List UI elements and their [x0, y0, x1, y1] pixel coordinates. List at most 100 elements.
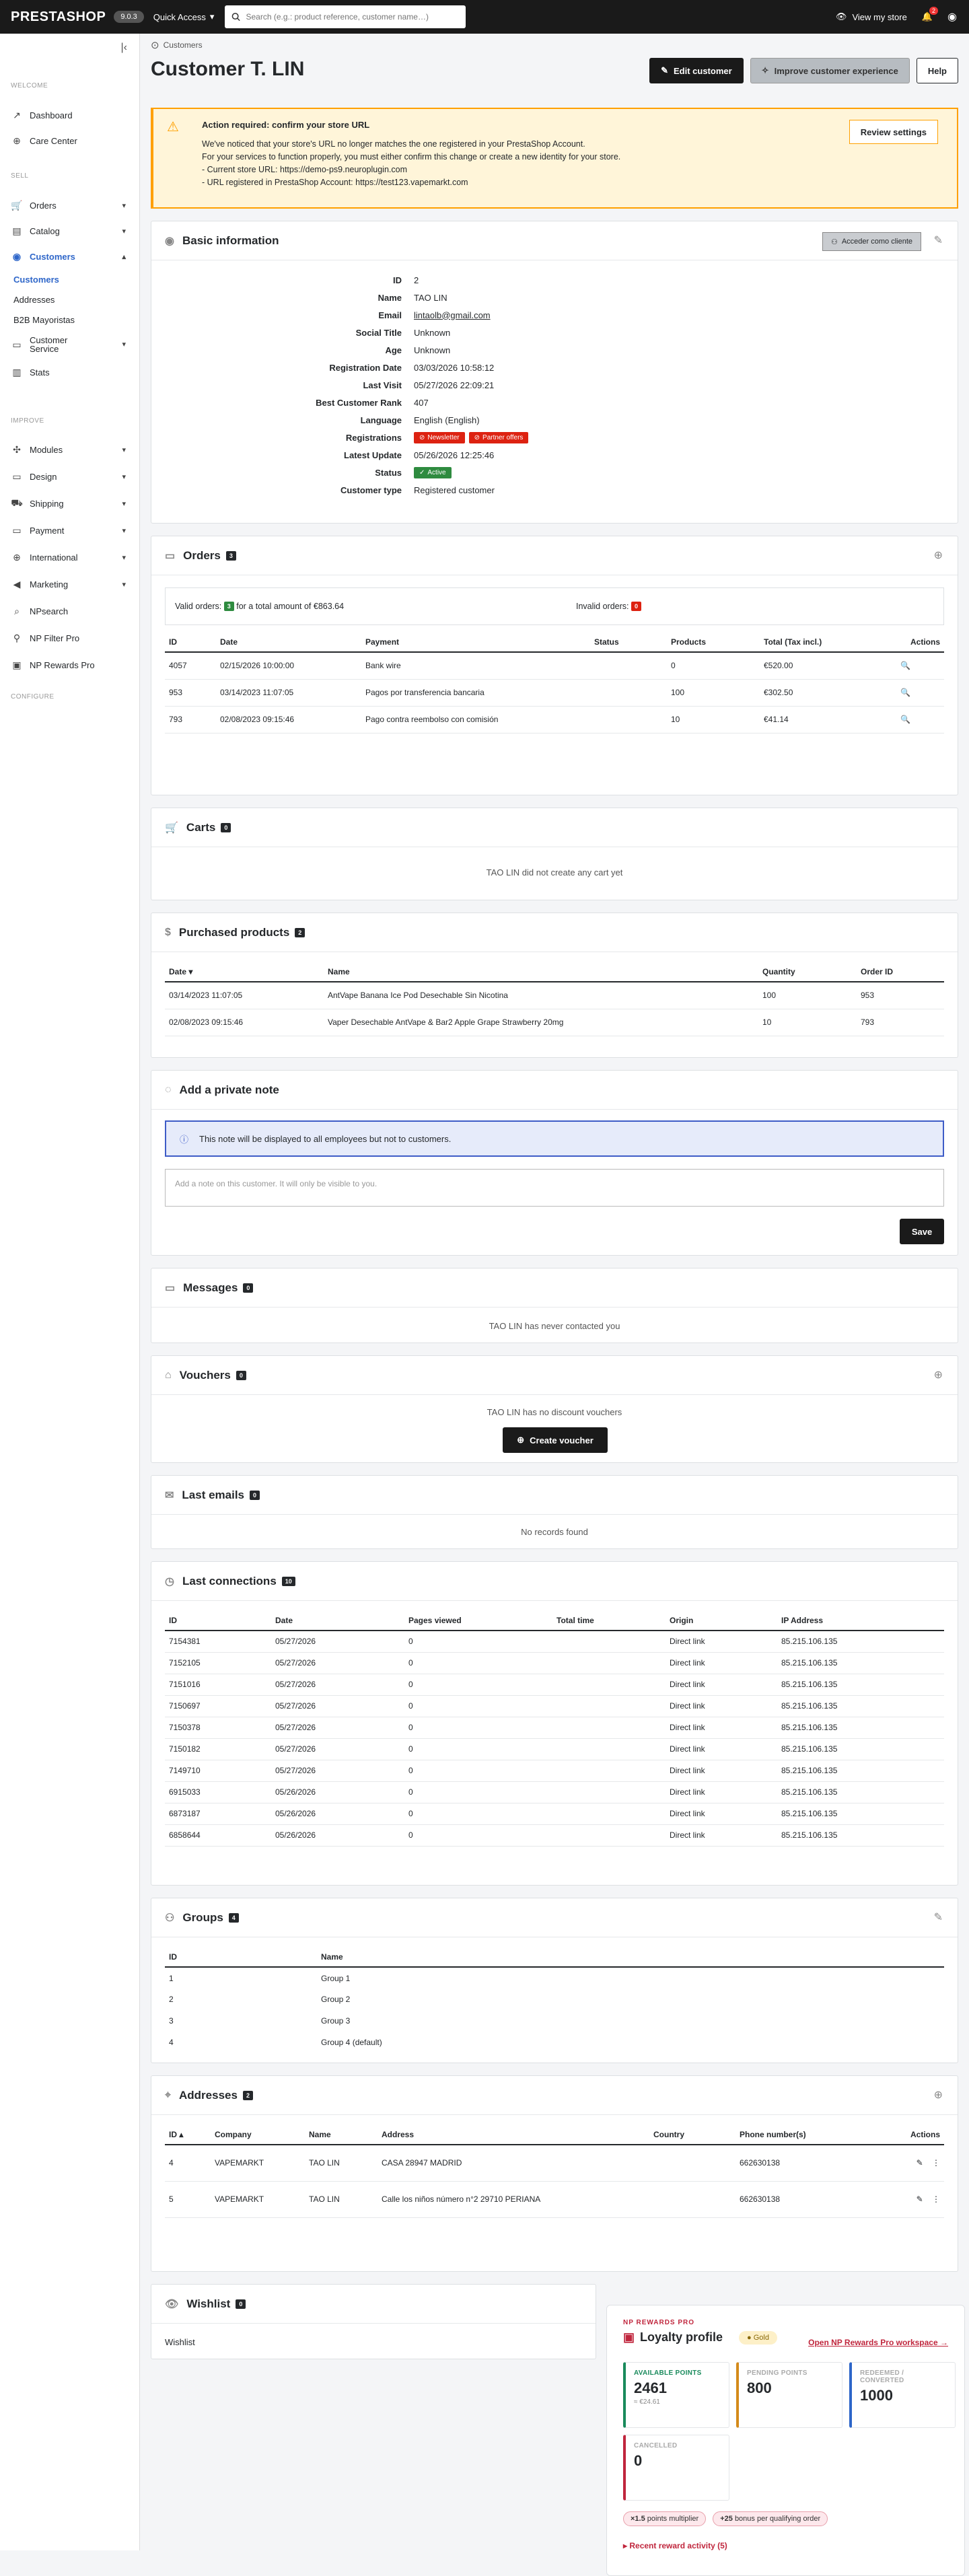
groups-card: ⚇ Groups 4 ✎ ID Name 1 Group 1 2 Group 2 3 Gr… [151, 1898, 958, 2063]
info-key: Email [378, 310, 402, 320]
table-row[interactable]: 953 03/14/2023 11:07:05 Pagos por transfer… [165, 679, 944, 707]
count-badge: 0 [221, 822, 231, 832]
sidebar-label: Customer Service [30, 335, 68, 354]
sidebar-item-np-filter-pro[interactable]: ⚲ NP Filter Pro [0, 624, 139, 651]
sidebar-item-design[interactable]: ▭ Design ▾ [0, 463, 139, 490]
col-header: Date [216, 632, 361, 653]
more-vertical-icon[interactable]: ⋮ [932, 2158, 940, 2168]
more-vertical-icon[interactable]: ⋮ [932, 2194, 940, 2204]
card-title: Orders [183, 548, 221, 562]
bonus-text: bonus per qualifying order [734, 2515, 821, 2523]
cell: AntVape Banana Ice Pod Desechable Sin Ni… [324, 982, 758, 1009]
globe-icon: ⊕ [13, 551, 21, 563]
sidebar-sub-addresses[interactable]: Addresses [0, 289, 139, 310]
create-voucher-button[interactable]: ⊕ Create voucher [503, 1427, 608, 1453]
pencil-icon[interactable]: ✎ [934, 1910, 943, 1924]
cell: Direct link [666, 1674, 777, 1696]
section-configure: CONFIGURE [11, 693, 55, 701]
sidebar-item-stats[interactable]: ▥ Stats [0, 359, 139, 385]
addresses-table: ID ▴ Company Name Address Country Phone … [165, 2124, 944, 2218]
open-workspace-link[interactable]: Open NP Rewards Pro workspace → [808, 2338, 948, 2347]
view-store-link[interactable]: 👁 View my store [836, 11, 907, 22]
orders-summary: Valid orders: 3 for a total amount of €8… [165, 587, 944, 625]
info-email-link[interactable]: lintaolb@gmail.com [414, 310, 491, 320]
improve-experience-button[interactable]: ✧ Improve customer experience [750, 58, 910, 83]
cell [590, 679, 667, 707]
quick-access-menu[interactable]: Quick Access ▾ [153, 11, 215, 22]
prestashop-logo[interactable]: PRESTASHOP [11, 9, 106, 25]
sidebar-label: NP Filter Pro [30, 633, 80, 643]
acceder-cliente-button[interactable]: ⚇ Acceder como cliente [822, 232, 921, 251]
table-row[interactable]: 793 02/08/2023 09:15:46 Pago contra reembo… [165, 706, 944, 734]
sidebar-label: Care Center [30, 135, 77, 146]
table-row[interactable]: 4057 02/15/2026 10:00:00 Bank wire 0 €520.00… [165, 652, 944, 680]
edit-customer-button[interactable]: ✎ Edit customer [649, 58, 744, 83]
sidebar-item-customers[interactable]: ◉ Customers ▴ [0, 244, 139, 269]
notifications-button[interactable]: 🔔 2 [922, 7, 939, 22]
view-icon[interactable]: 🔍 [867, 706, 944, 734]
cell: 7150697 [165, 1695, 271, 1717]
sidebar-item-marketing[interactable]: ◀ Marketing ▾ [0, 571, 139, 598]
private-note-card: ◌ Add a private note ⓘ This note will be d… [151, 1070, 958, 1256]
sidebar-label: Orders [30, 200, 57, 211]
sidebar-sub-customers[interactable]: Customers [0, 269, 139, 289]
breadcrumb: ⊙ Customers [151, 39, 203, 51]
sidebar-item-modules[interactable]: ✣ Modules ▾ [0, 436, 139, 463]
bonus-tag: +25 bonus per qualifying order [713, 2511, 828, 2526]
table-row: 1 Group 1 [165, 1967, 944, 1989]
table-row: 03/14/2023 11:07:05 AntVape Banana Ice Po… [165, 982, 944, 1009]
review-settings-button[interactable]: Review settings [849, 120, 938, 144]
table-row: 6873187 05/26/2026 0 Direct link 85.215.106.… [165, 1803, 944, 1825]
user-circle-icon: ⊙ [151, 40, 159, 51]
sidebar-item-payment[interactable]: ▭ Payment ▾ [0, 517, 139, 544]
cell [552, 1717, 666, 1739]
pencil-icon[interactable]: ✎ [934, 234, 943, 247]
recent-activity-toggle[interactable]: ▸ Recent reward activity (5) [623, 2541, 727, 2550]
cell: 85.215.106.135 [777, 1760, 944, 1782]
count-badge: 3 [225, 550, 236, 561]
view-icon[interactable]: 🔍 [867, 679, 944, 707]
add-icon[interactable]: ⊕ [934, 1368, 943, 1382]
view-icon[interactable]: 🔍 [867, 652, 944, 680]
help-button[interactable]: Help [916, 58, 958, 83]
col-header: Date [271, 1610, 404, 1631]
stat-value: 800 [747, 2380, 772, 2396]
sidebar-item-dashboard[interactable]: ↗ Dashboard [0, 102, 139, 128]
chevron-up-icon: ▴ [122, 252, 126, 261]
last-emails-card: ✉ Last emails 0 No records found [151, 1475, 958, 1549]
save-note-button[interactable]: Save [900, 1219, 944, 1244]
cell: Direct link [666, 1781, 777, 1803]
cell: 02/15/2026 10:00:00 [216, 652, 361, 680]
pencil-icon[interactable]: ✎ [917, 2158, 923, 2168]
sidebar-item-customer-service[interactable]: ▭ Customer Service ▾ [0, 330, 139, 359]
mail-icon: ✉ [165, 1489, 174, 1501]
cell: TAO LIN [305, 2145, 378, 2182]
col-header-date[interactable]: Date ▾ [165, 962, 324, 982]
sidebar-item-care-center[interactable]: ⊕ Care Center [0, 128, 139, 153]
pencil-icon[interactable]: ✎ [917, 2194, 923, 2204]
col-header-label: ID [169, 2129, 177, 2139]
sidebar-item-shipping[interactable]: ⛟ Shipping ▾ [0, 490, 139, 517]
add-icon[interactable]: ⊕ [934, 2088, 943, 2102]
invalid-count-badge: 0 [631, 602, 642, 611]
user-icon: ◉ [12, 250, 22, 262]
breadcrumb-customers[interactable]: Customers [164, 40, 203, 50]
search-input[interactable] [246, 12, 460, 22]
add-icon[interactable]: ⊕ [934, 548, 943, 562]
collapse-sidebar-icon[interactable]: |‹ [121, 42, 127, 54]
note-textarea[interactable]: Add a note on this customer. It will onl… [165, 1169, 944, 1207]
cell: Direct link [666, 1652, 777, 1674]
megaphone-icon: ◀ [13, 578, 21, 589]
cell: 5 [165, 2181, 211, 2218]
sidebar-sub-b2b[interactable]: B2B Mayoristas [0, 310, 139, 330]
search-box[interactable] [225, 5, 466, 28]
sidebar-item-orders[interactable]: 🛒 Orders ▾ [0, 192, 139, 218]
sidebar-item-np-rewards-pro[interactable]: ▣ NP Rewards Pro [0, 651, 139, 678]
col-header: Actions [867, 632, 944, 653]
sidebar-item-international[interactable]: ⊕ International ▾ [0, 544, 139, 571]
col-header-id[interactable]: ID ▴ [165, 2124, 211, 2145]
sidebar-item-catalog[interactable]: ▤ Catalog ▾ [0, 218, 139, 244]
sidebar-item-npsearch[interactable]: ⌕ NPsearch [0, 598, 139, 624]
status-badge: ✓ Active [414, 467, 452, 478]
account-icon[interactable]: ◉ [947, 10, 957, 24]
